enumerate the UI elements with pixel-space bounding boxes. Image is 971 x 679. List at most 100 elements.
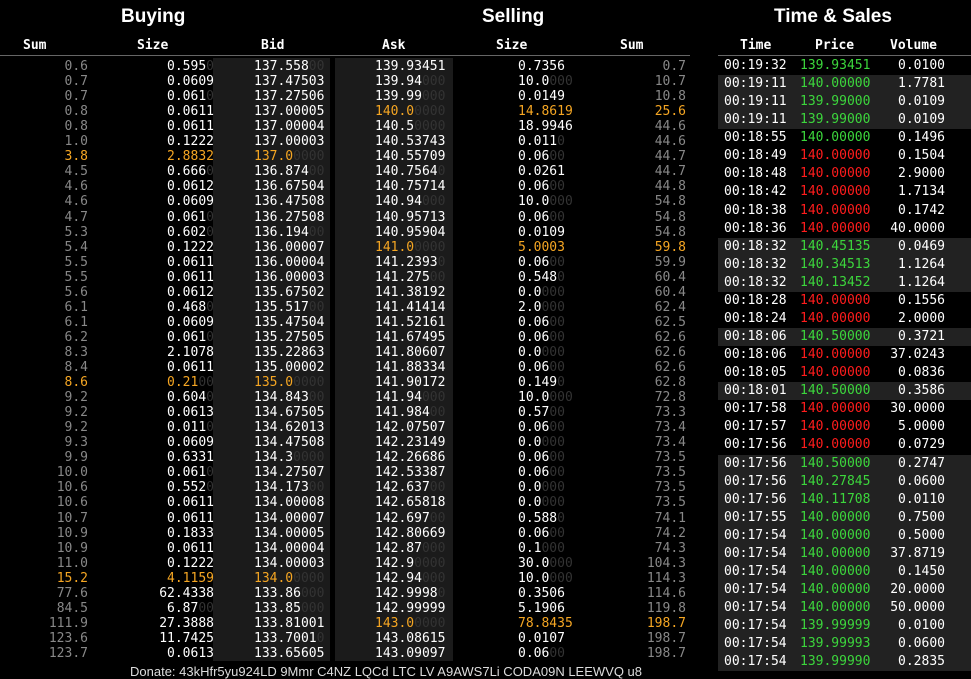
- ask-price-padding: 000: [421, 74, 446, 90]
- ask-size-value: 0.06: [518, 645, 550, 661]
- ask-row: 141.67495 0.0600 62.6: [0, 330, 700, 345]
- ask-row: 139.99000 0.0149 10.8: [0, 89, 700, 104]
- ask-price: 141.41414: [375, 300, 455, 315]
- trade-price: 140.00000: [800, 166, 871, 182]
- ask-row: 140.50000 18.9946 44.6: [0, 119, 700, 134]
- ask-sum: 59.9: [654, 254, 686, 270]
- trade-volume: 1.1264: [898, 274, 945, 290]
- ask-row: 139.94000 10.0000 10.7: [0, 74, 700, 89]
- ask-size: 0.5880: [518, 511, 598, 526]
- trade-volume: 0.1496: [898, 130, 945, 146]
- ask-size: 0.0600: [518, 646, 598, 661]
- ask-price-padding: 000: [421, 540, 446, 556]
- ask-price: 141.88334: [375, 360, 455, 375]
- trade-volume: 1.1264: [898, 256, 945, 272]
- ask-price-value: 142.9998: [375, 585, 438, 601]
- ask-size: 0.0000: [518, 285, 598, 300]
- col-price: Price: [815, 38, 855, 53]
- trade-row: 00:18:38 140.00000 0.1742: [718, 202, 971, 220]
- ask-row: 142.80669 0.0600 74.2: [0, 526, 700, 541]
- ask-size: 0.0600: [518, 526, 598, 541]
- ask-price-padding: 0000: [414, 104, 446, 120]
- ask-price-padding: 00: [429, 269, 446, 285]
- trade-time: 00:17:58: [724, 401, 787, 417]
- ask-price-value: 140.95904: [375, 224, 446, 240]
- trade-price: 139.99993: [800, 636, 871, 652]
- ask-sum: 114.3: [646, 570, 686, 586]
- trade-price: 140.00000: [800, 220, 871, 236]
- ask-price-value: 140.5: [375, 119, 415, 135]
- ask-price: 142.90000: [375, 556, 455, 571]
- trade-row: 00:17:54 139.99990 0.2835: [718, 653, 971, 672]
- trade-row: 00:18:28 140.00000 0.1556: [718, 292, 971, 310]
- trade-row: 00:17:56 140.11708 0.0110: [718, 490, 971, 509]
- ask-size-value: 0.548: [518, 269, 558, 285]
- ask-row: 142.07507 0.0600 73.4: [0, 420, 700, 435]
- ask-row: 141.27500 0.5480 60.4: [0, 270, 700, 285]
- ask-size: 0.0261: [518, 164, 598, 179]
- ask-sum: 73.5: [654, 450, 686, 466]
- ask-row: 141.38192 0.0000 60.4: [0, 285, 700, 300]
- trade-row: 00:18:24 140.00000 2.0000: [718, 310, 971, 328]
- trade-price: 140.00000: [800, 509, 871, 525]
- ask-size-value: 78.8435: [518, 615, 573, 631]
- trade-time: 00:18:24: [724, 310, 787, 326]
- trade-time: 00:18:32: [724, 256, 787, 272]
- ask-sum: 73.3: [654, 405, 686, 421]
- ask-size-value: 14.8619: [518, 104, 573, 120]
- trade-volume: 0.0469: [898, 238, 945, 254]
- ask-row: 141.23930 0.0600 59.9: [0, 255, 700, 270]
- ask-price: 142.23149: [375, 435, 455, 450]
- ask-sum: 74.2: [654, 525, 686, 541]
- ask-price: 142.99980: [375, 586, 455, 601]
- trade-price: 140.00000: [800, 347, 871, 363]
- ask-price-value: 140.94: [375, 194, 422, 210]
- trade-volume: 0.1742: [898, 202, 945, 218]
- ask-price-value: 141.2393: [375, 254, 438, 270]
- ask-size-value: 0.06: [518, 314, 550, 330]
- trade-row: 00:17:58 140.00000 30.0000: [718, 400, 971, 418]
- trade-price: 139.99990: [800, 654, 871, 670]
- trade-price: 140.00000: [800, 310, 871, 326]
- ask-size-value: 0.0149: [518, 89, 565, 105]
- trade-volume: 40.0000: [890, 220, 945, 236]
- trade-price: 139.99000: [800, 112, 871, 128]
- trade-row: 00:18:01 140.50000 0.3586: [718, 382, 971, 401]
- trade-row: 00:17:54 140.00000 37.8719: [718, 544, 971, 563]
- ask-row: 141.90172 0.1490 62.8: [0, 375, 700, 390]
- ask-price-value: 139.94: [375, 74, 422, 90]
- ask-sum: 73.5: [654, 465, 686, 481]
- col-bid: Bid: [261, 38, 285, 53]
- trade-time: 00:18:36: [724, 220, 787, 236]
- ask-sum: 198.7: [646, 645, 686, 661]
- ask-size: 0.0600: [518, 450, 598, 465]
- ask-size-padding: 0: [557, 510, 565, 526]
- ask-price-value: 141.88334: [375, 360, 446, 375]
- ask-size-value: 0.0: [518, 284, 542, 300]
- ask-price-value: 142.26686: [375, 450, 446, 466]
- ask-price-value: 141.94: [375, 390, 422, 406]
- trade-row: 00:18:42 140.00000 1.7134: [718, 183, 971, 201]
- ask-size-padding: 00: [549, 420, 565, 436]
- ask-size: 0.0000: [518, 495, 598, 510]
- ask-size-padding: 00: [549, 645, 565, 661]
- trade-row: 00:17:56 140.50000 0.2747: [718, 454, 971, 473]
- trade-volume: 2.0000: [898, 310, 945, 326]
- ask-row: 143.09097 0.0600 198.7: [0, 646, 700, 661]
- ask-price: 142.53387: [375, 465, 455, 480]
- trade-volume: 0.1504: [898, 148, 945, 164]
- ask-size-value: 0.06: [518, 329, 550, 345]
- ask-size: 0.5480: [518, 270, 598, 285]
- col-time: Time: [740, 38, 772, 53]
- trade-row: 00:18:06 140.50000 0.3721: [718, 328, 971, 347]
- ask-size-value: 0.06: [518, 179, 550, 195]
- ask-row: 142.53387 0.0600 73.5: [0, 465, 700, 480]
- trade-time: 00:18:32: [724, 274, 787, 290]
- trade-time: 00:18:42: [724, 184, 787, 200]
- trade-row: 00:18:05 140.00000 0.0836: [718, 364, 971, 382]
- ask-sum: 54.8: [654, 224, 686, 240]
- ask-price: 141.94000: [375, 390, 455, 405]
- trade-row: 00:17:57 140.00000 5.0000: [718, 418, 971, 436]
- trade-row: 00:17:55 140.00000 0.7500: [718, 508, 971, 527]
- ask-price-value: 142.637: [375, 480, 430, 496]
